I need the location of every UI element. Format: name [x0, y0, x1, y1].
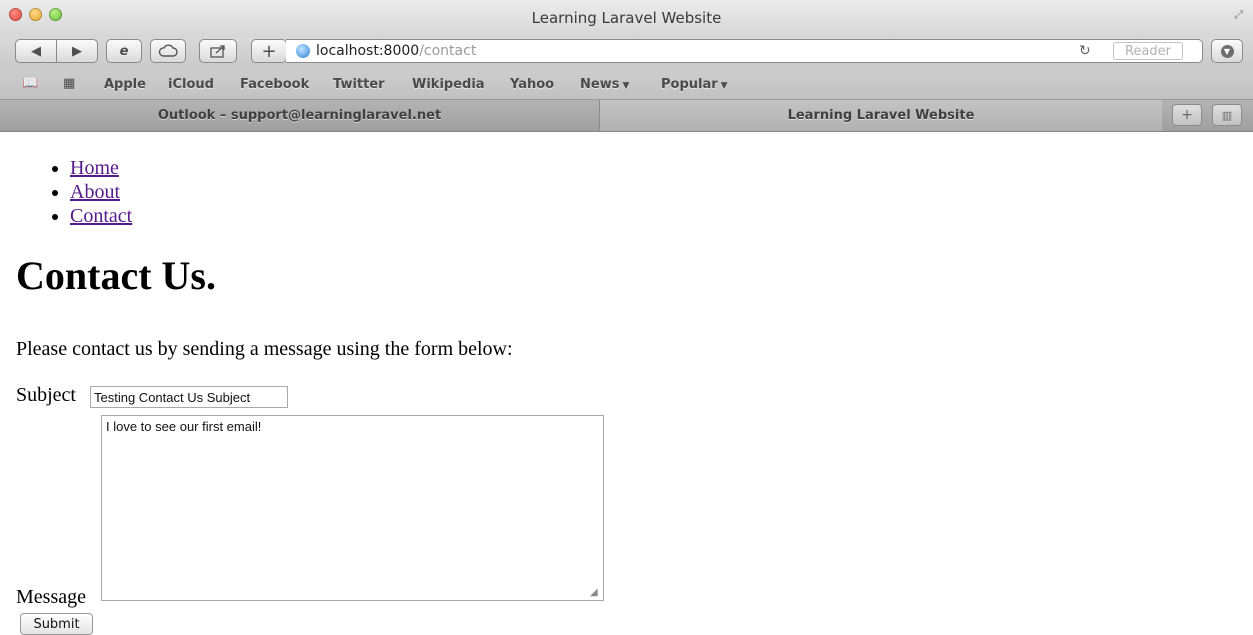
ie-icon: e	[119, 43, 129, 59]
bookmarks-bar: 📖 ▦ Apple iCloud Facebook Twitter Wikipe…	[0, 69, 1253, 100]
globe-icon	[296, 44, 310, 58]
page-content: Home About Contact Contact Us. Please co…	[0, 131, 1253, 635]
url-text[interactable]: localhost:8000/contact	[316, 43, 476, 59]
url-host: localhost:8000	[316, 43, 420, 59]
message-textarea[interactable]: I love to see our first email!	[101, 415, 604, 601]
dropdown-arrow-icon: ▼	[622, 81, 630, 91]
book-icon[interactable]: 📖	[22, 76, 38, 91]
bookmark-yahoo[interactable]: Yahoo	[510, 77, 554, 92]
nav-item-home: Home	[70, 156, 132, 180]
page-title: Contact Us.	[16, 253, 216, 298]
tab-overview-icon: ▥	[1221, 108, 1233, 122]
share-icon	[210, 45, 225, 58]
browser-toolbar: ◀ ▶ e + localhost:8000/contact ↻ Reader …	[0, 37, 1253, 69]
nav-link-home[interactable]: Home	[70, 157, 119, 179]
nav-link-contact[interactable]: Contact	[70, 205, 132, 227]
bookmark-wikipedia[interactable]: Wikipedia	[412, 77, 485, 92]
downloads-button[interactable]: ▼	[1211, 39, 1243, 63]
plus-icon: +	[261, 40, 277, 62]
bookmark-news-label: News	[580, 77, 620, 92]
chevron-right-icon: ▶	[72, 43, 82, 59]
nav-link-about[interactable]: About	[70, 181, 120, 203]
cloud-icon	[158, 44, 178, 57]
tab-bar: Outlook – support@learninglaravel.net Le…	[0, 100, 1253, 132]
intro-text: Please contact us by sending a message u…	[16, 338, 513, 360]
grid-icon[interactable]: ▦	[63, 76, 75, 91]
bookmark-icloud[interactable]: iCloud	[168, 77, 214, 92]
fullscreen-icon[interactable]: ⤢	[1234, 8, 1243, 22]
subject-label: Subject	[16, 384, 76, 406]
reload-icon[interactable]: ↻	[1079, 43, 1091, 59]
resize-handle-icon[interactable]: ◢	[590, 587, 598, 598]
bookmark-news[interactable]: News ▼	[580, 77, 629, 92]
icloud-tabs-button[interactable]	[150, 39, 186, 63]
url-path: /contact	[419, 43, 477, 59]
chevron-left-icon: ◀	[31, 43, 41, 59]
bookmark-twitter[interactable]: Twitter	[333, 77, 385, 92]
download-icon: ▼	[1220, 44, 1234, 58]
new-tab-button[interactable]: +	[1172, 104, 1202, 126]
bookmark-popular-label: Popular	[661, 77, 718, 92]
reader-button[interactable]: Reader	[1113, 42, 1183, 60]
subject-input[interactable]	[90, 386, 288, 408]
tab-overview-button[interactable]: ▥	[1212, 104, 1242, 126]
bookmark-apple[interactable]: Apple	[104, 77, 146, 92]
bookmark-facebook[interactable]: Facebook	[240, 77, 309, 92]
ie-button[interactable]: e	[106, 39, 142, 63]
window-title: Learning Laravel Website	[531, 9, 722, 27]
message-label: Message	[16, 586, 86, 608]
address-bar[interactable]: localhost:8000/contact ↻ Reader	[286, 39, 1203, 63]
nav-item-contact: Contact	[70, 204, 132, 228]
forward-button[interactable]: ▶	[56, 39, 98, 63]
tab-outlook[interactable]: Outlook – support@learninglaravel.net	[0, 100, 600, 131]
bookmark-popular[interactable]: Popular ▼	[661, 77, 728, 92]
dropdown-arrow-icon: ▼	[720, 81, 728, 91]
site-nav: Home About Contact	[30, 156, 132, 228]
plus-icon: +	[1181, 107, 1193, 123]
nav-item-about: About	[70, 180, 132, 204]
tab-learning-laravel[interactable]: Learning Laravel Website	[600, 100, 1162, 131]
share-button[interactable]	[199, 39, 237, 63]
back-button[interactable]: ◀	[15, 39, 57, 63]
window-titlebar: Learning Laravel Website ⤢	[0, 0, 1253, 37]
add-bookmark-button[interactable]: +	[251, 39, 287, 63]
